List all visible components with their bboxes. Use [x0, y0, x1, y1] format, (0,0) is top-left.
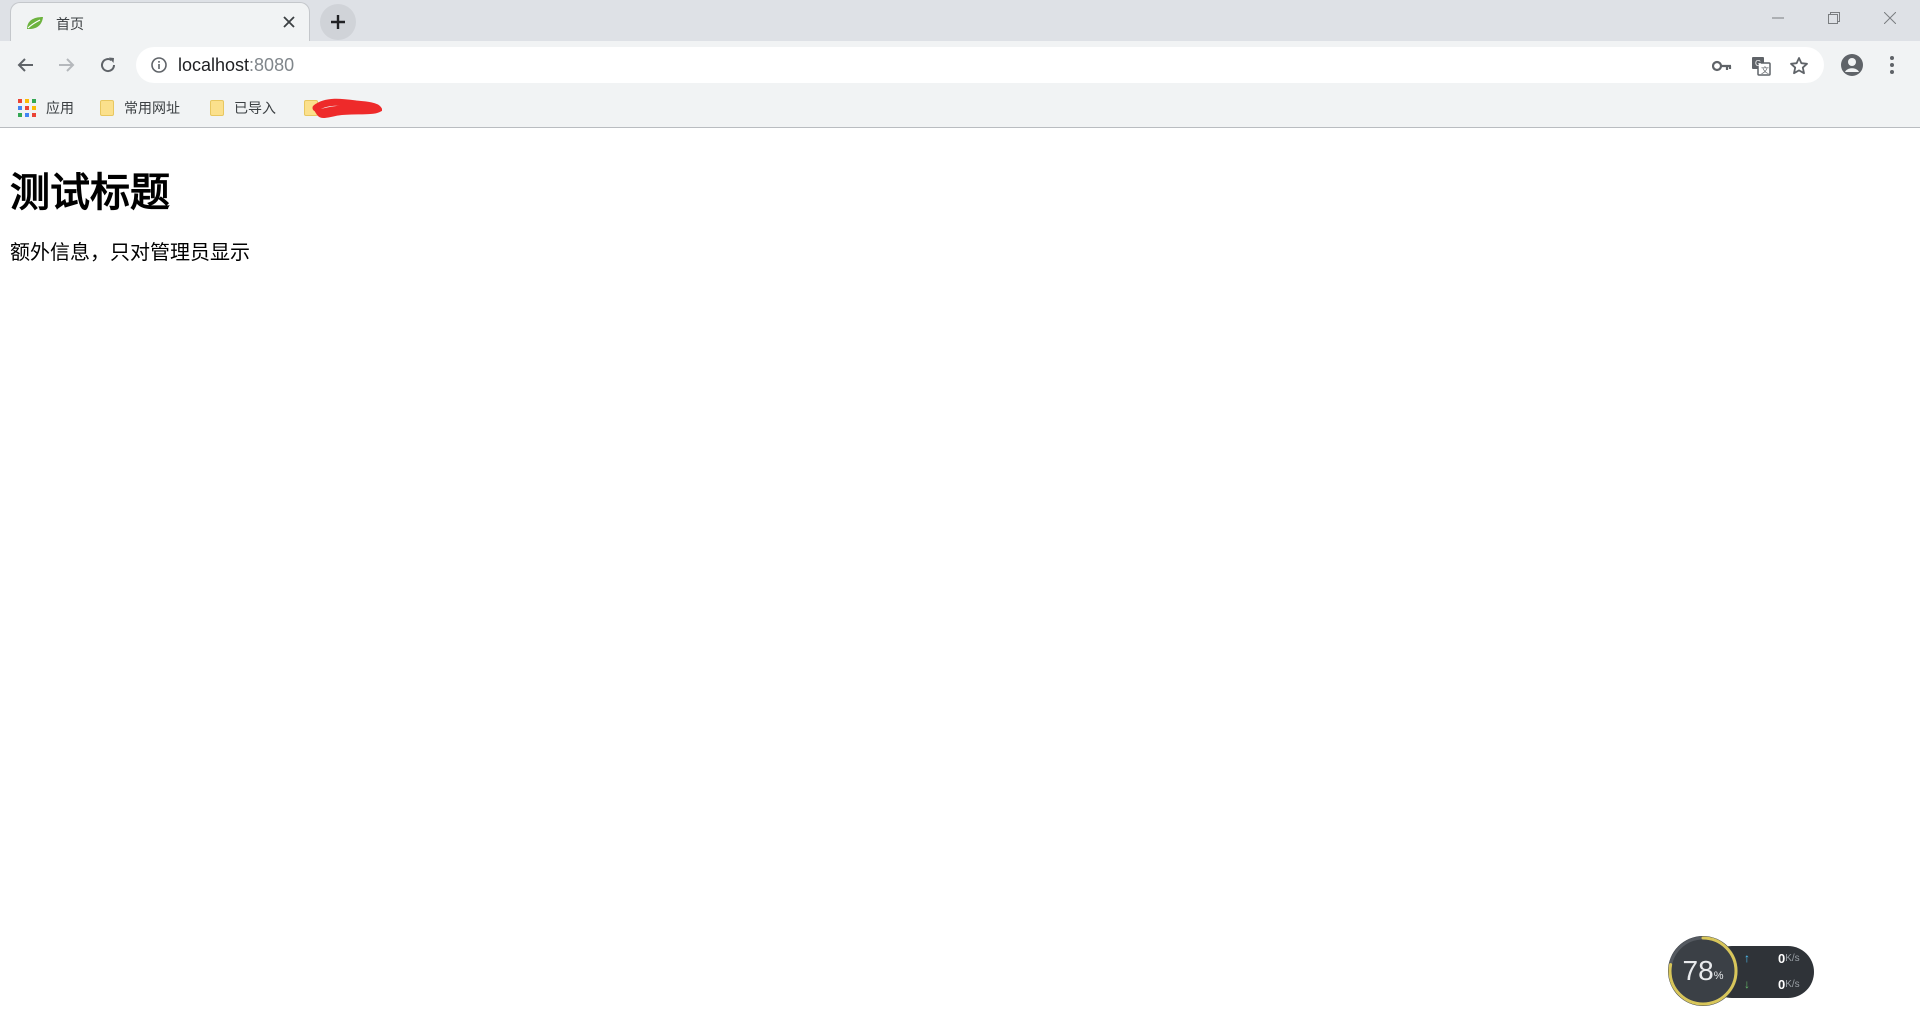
download-value: 0 — [1778, 976, 1786, 992]
info-icon[interactable] — [150, 56, 168, 74]
upload-value: 0 — [1778, 950, 1786, 966]
profile-button[interactable] — [1836, 49, 1868, 81]
download-speed: ↓ 0 K/s — [1744, 974, 1814, 994]
spring-leaf-icon — [25, 15, 45, 31]
net-speed-widget[interactable]: 78% ↑ 0 K/s ↓ 0 K/s — [1666, 934, 1816, 1008]
close-tab-icon[interactable] — [279, 12, 299, 32]
download-arrow-icon: ↓ — [1744, 977, 1750, 991]
restore-button[interactable] — [1806, 0, 1862, 36]
minimize-button[interactable] — [1750, 0, 1806, 36]
url-host: localhost — [178, 55, 250, 75]
back-button[interactable] — [10, 49, 42, 81]
reload-icon — [101, 57, 116, 73]
new-tab-button[interactable] — [320, 4, 356, 40]
folder-icon — [100, 100, 114, 116]
minimize-icon — [1772, 17, 1784, 19]
bookmarks-bar: 应用 常用网址 已导入 — [0, 89, 1920, 128]
menu-button[interactable] — [1876, 49, 1908, 81]
browser-window: 首页 localhost:8080 G 文 应用 常用网址 已导入 测试标题 额… — [0, 0, 1920, 1030]
redaction-scribble — [312, 98, 382, 118]
toolbar: localhost:8080 G 文 — [0, 41, 1920, 89]
svg-text:文: 文 — [1761, 65, 1769, 75]
tab-title: 首页 — [56, 17, 84, 33]
forward-arrow-icon — [59, 58, 75, 72]
translate-icon[interactable]: G 文 — [1748, 53, 1774, 79]
upload-speed: ↑ 0 K/s — [1744, 948, 1814, 968]
key-icon[interactable] — [1709, 53, 1735, 79]
tab-home[interactable]: 首页 — [10, 2, 310, 41]
percent-sign: % — [1713, 970, 1724, 982]
admin-info-text: 额外信息，只对管理员显示 — [10, 240, 250, 264]
close-window-button[interactable] — [1862, 0, 1918, 36]
forward-button[interactable] — [50, 49, 82, 81]
tab-strip: 首页 — [0, 0, 1920, 41]
plus-icon — [331, 15, 345, 29]
back-arrow-icon — [17, 58, 33, 72]
account-circle-icon — [1841, 54, 1863, 76]
bookmark-label: 应用 — [46, 101, 74, 117]
kebab-menu-icon — [1890, 56, 1894, 74]
address-bar[interactable]: localhost:8080 G 文 — [136, 47, 1824, 83]
close-icon — [1884, 12, 1896, 24]
bookmark-folder-redacted[interactable] — [304, 95, 382, 121]
bookmark-apps[interactable]: 应用 — [18, 95, 74, 121]
memory-percent: 78% — [1666, 934, 1740, 1008]
url-port: :8080 — [249, 55, 295, 75]
upload-unit: K/s — [1785, 952, 1800, 964]
download-unit: K/s — [1785, 978, 1800, 990]
upload-arrow-icon: ↑ — [1744, 951, 1750, 965]
apps-grid-icon — [18, 99, 36, 117]
url-text[interactable]: localhost:8080 — [178, 55, 294, 76]
bookmark-label: 常用网址 — [124, 101, 180, 117]
percent-value: 78 — [1682, 955, 1714, 986]
restore-icon — [1828, 12, 1840, 24]
folder-icon — [210, 100, 224, 116]
bookmark-folder-imported[interactable]: 已导入 — [210, 95, 276, 121]
page-heading: 测试标题 — [10, 170, 170, 216]
bookmark-folder-common[interactable]: 常用网址 — [100, 95, 180, 121]
bookmark-label: 已导入 — [234, 101, 276, 117]
reload-button[interactable] — [92, 49, 124, 81]
page-content: 测试标题 额外信息，只对管理员显示 — [0, 128, 1920, 1030]
star-icon[interactable] — [1786, 53, 1812, 79]
